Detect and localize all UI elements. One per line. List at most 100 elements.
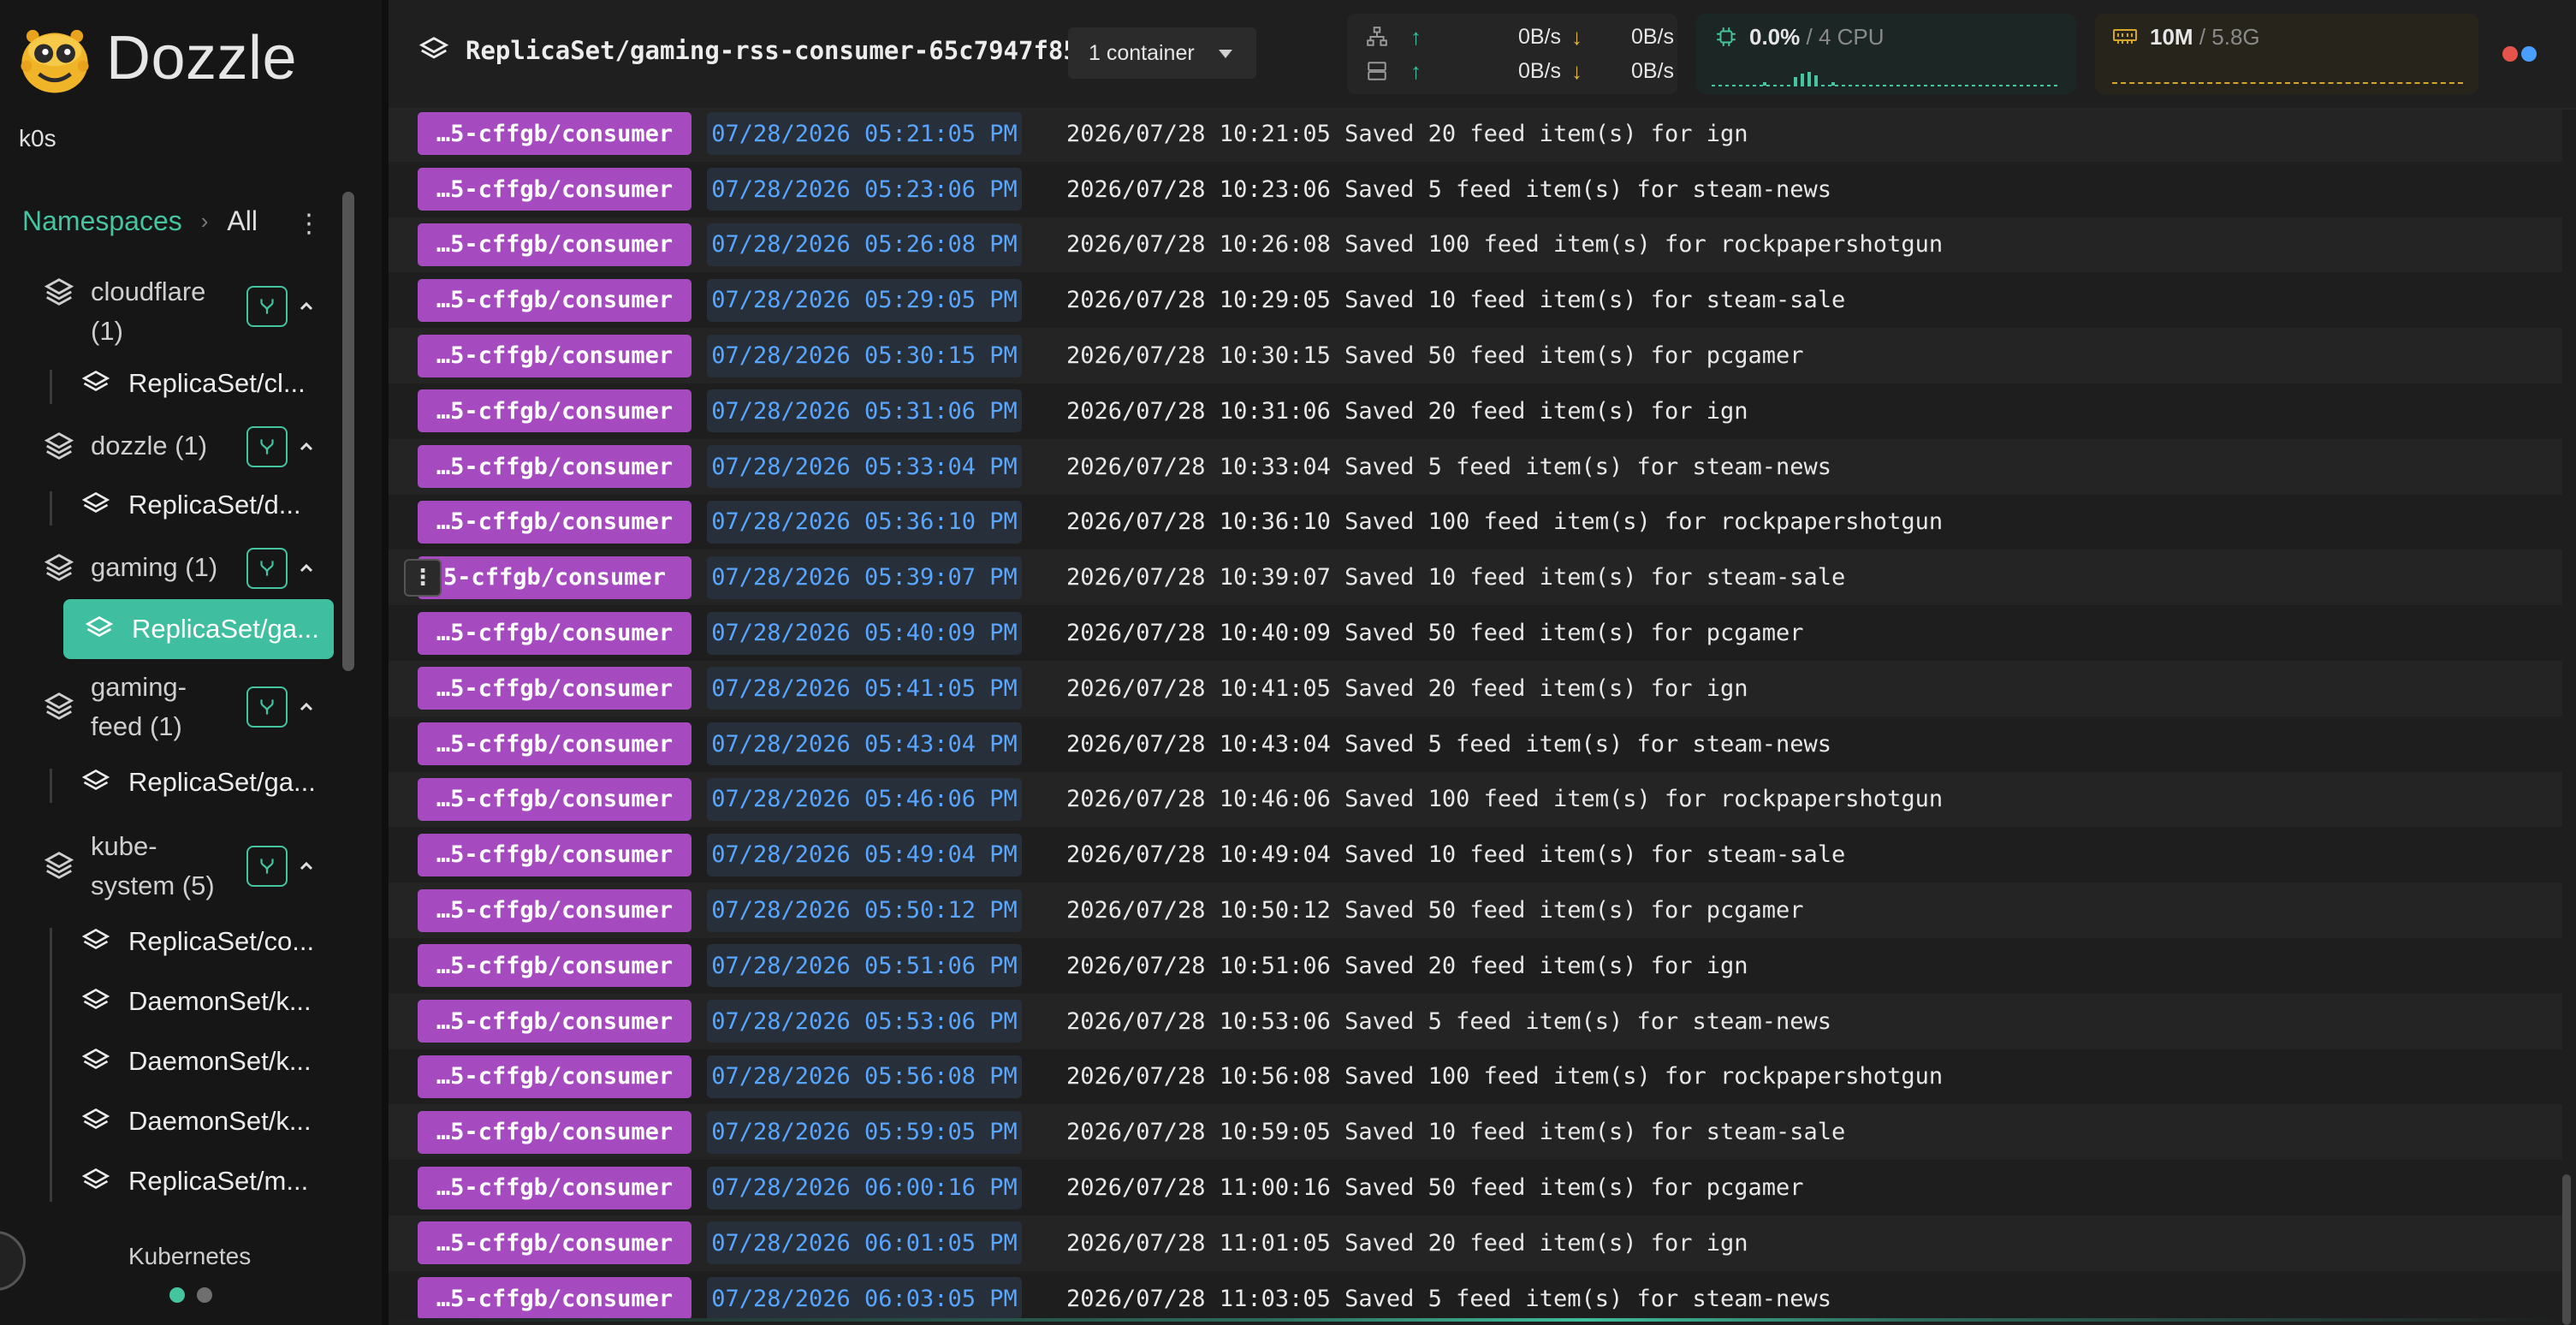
container-badge[interactable]: …5-cffgb/consumer (418, 833, 691, 876)
sidebar-divider[interactable] (382, 0, 389, 1325)
container-badge[interactable]: …5-cffgb/consumer (418, 445, 691, 489)
breadcrumb-namespaces[interactable]: Namespaces (22, 205, 182, 237)
chevron-up-icon[interactable] (296, 697, 317, 717)
layers-icon (81, 928, 110, 950)
container-item[interactable]: DaemonSet/k... (80, 986, 312, 1017)
container-badge[interactable]: …5-cffgb/consumer (418, 1000, 691, 1043)
container-item-active[interactable]: ReplicaSet/ga... (63, 599, 334, 659)
container-selector-label: 1 container (1089, 40, 1195, 65)
container-badge[interactable]: …5-cffgb/consumer (418, 278, 691, 322)
container-badge[interactable]: …5-cffgb/consumer (418, 1221, 691, 1265)
log-timestamp: 07/28/2026 05:33:04 PM (707, 445, 1022, 489)
log-row[interactable]: …5-cffgb/consumer 07/28/2026 05:30:15 PM 2… (389, 328, 2562, 383)
namespace-label: gaming (1) (91, 552, 218, 582)
log-timestamp: 07/28/2026 05:36:10 PM (707, 500, 1022, 544)
status-dot-blue (2521, 46, 2537, 62)
loading-indicator (389, 1318, 2562, 1322)
merge-logs-button[interactable] (246, 548, 288, 589)
chevron-up-icon[interactable] (296, 558, 317, 579)
log-row[interactable]: …5-cffgb/consumer 07/28/2026 05:56:08 PM 2… (389, 1049, 2562, 1105)
log-viewer[interactable]: …5-cffgb/consumer 07/28/2026 06:03:05 PM 2… (389, 110, 2576, 1325)
log-row[interactable]: …5-cffgb/consumer 07/28/2026 05:50:12 PM 2… (389, 882, 2562, 938)
namespace-label: dozzle (1) (91, 431, 208, 460)
container-item[interactable]: ReplicaSet/d... (80, 490, 301, 520)
merge-logs-button[interactable] (246, 686, 288, 728)
container-badge[interactable]: …5-cffgb/consumer (418, 667, 691, 710)
container-badge[interactable]: …5-cffgb/consumer (418, 777, 691, 821)
container-selector-button[interactable]: 1 container (1068, 27, 1256, 79)
host-switcher-dots[interactable] (169, 1287, 212, 1303)
log-row[interactable]: …5-cffgb/consumer 07/28/2026 05:31:06 PM 2… (389, 383, 2562, 439)
container-badge[interactable]: …5-cffgb/consumer (418, 611, 691, 655)
log-row[interactable]: …5-cffgb/consumer 07/28/2026 05:59:05 PM 2… (389, 1104, 2562, 1161)
log-row[interactable]: …5-cffgb/consumer 07/28/2026 05:40:09 PM 2… (389, 605, 2562, 661)
page-title-wrap: ReplicaSet/gaming-rss-consumer-65c7947f8… (418, 34, 1078, 67)
container-badge[interactable]: …5-cffgb/consumer (418, 1055, 691, 1098)
container-badge[interactable]: …5-cffgb/consumer (418, 888, 691, 932)
namespace-group-gaming-feed[interactable]: gaming- feed (1) (43, 668, 187, 746)
caret-down-icon (1219, 50, 1232, 58)
container-item[interactable]: ReplicaSet/cl... (80, 368, 306, 399)
container-badge[interactable]: …5-cffgb/consumer (418, 722, 691, 766)
log-timestamp: 07/28/2026 05:49:04 PM (707, 833, 1022, 876)
log-scrollbar[interactable] (2562, 1174, 2571, 1325)
container-badge[interactable]: …5-cffgb/consumer (418, 112, 691, 156)
log-row[interactable]: …5-cffgb/consumer 07/28/2026 05:43:04 PM 2… (389, 716, 2562, 772)
log-row[interactable]: …5-cffgb/consumer 07/28/2026 05:36:10 PM 2… (389, 495, 2562, 550)
namespace-group-kube-system[interactable]: kube- system (5) (43, 827, 215, 906)
container-badge[interactable]: …5-cffgb/consumer (418, 389, 691, 433)
log-message: 2026/07/28 10:31:06 Saved 20 feed item(s… (1066, 397, 1748, 425)
log-row[interactable]: …5-cffgb/consumer 07/28/2026 05:49:04 PM 2… (389, 827, 2562, 882)
memory-stats[interactable]: 10M / 5.8G (2095, 14, 2478, 94)
log-row[interactable]: …5-cffgb/consumer 07/28/2026 05:51:06 PM 2… (389, 938, 2562, 994)
namespace-menu-icon[interactable]: ⋮ (296, 209, 322, 239)
log-row[interactable]: …5-cffgb/consumer 07/28/2026 05:33:04 PM 2… (389, 438, 2562, 495)
row-menu-icon[interactable]: ⋮ (404, 558, 442, 597)
dot-inactive[interactable] (197, 1287, 212, 1303)
log-row[interactable]: …5-cffgb/consumer 07/28/2026 05:26:08 PM 2… (389, 217, 2562, 273)
container-badge[interactable]: …5-cffgb/consumer (418, 1277, 691, 1321)
log-row[interactable]: …5-cffgb/consumer 07/28/2026 05:46:06 PM 2… (389, 771, 2562, 828)
namespace-group-gaming[interactable]: gaming (1) (43, 548, 217, 587)
log-row[interactable]: …5-cffgb/consumer 07/28/2026 05:21:05 PM 2… (389, 110, 2562, 162)
network-tx-value: 0B/s (1630, 24, 1674, 49)
container-badge[interactable]: …5-cffgb/consumer (418, 1166, 691, 1209)
chevron-up-icon[interactable] (296, 856, 317, 876)
container-item[interactable]: ReplicaSet/co... (80, 926, 314, 957)
breadcrumb-all[interactable]: All (227, 205, 258, 237)
chevron-up-icon[interactable] (296, 437, 317, 457)
container-badge[interactable]: …5-cffgb/consumer (418, 168, 691, 211)
log-row[interactable]: …5-cffgb/consumer 07/28/2026 05:53:06 PM 2… (389, 993, 2562, 1049)
container-item[interactable]: ReplicaSet/ga... (80, 767, 316, 798)
log-row[interactable]: …5-cffgb/consumer 07/28/2026 06:01:05 PM 2… (389, 1215, 2562, 1271)
settings-button[interactable] (0, 1231, 26, 1291)
layers-icon (81, 1108, 110, 1130)
container-item[interactable]: DaemonSet/k... (80, 1046, 312, 1077)
log-timestamp: 07/28/2026 05:39:07 PM (707, 556, 1022, 599)
sidebar-scrollbar[interactable] (342, 192, 354, 671)
container-badge[interactable]: …5-cffgb/consumer (418, 1110, 691, 1154)
log-row[interactable]: …5-cffgb/consumer 07/28/2026 05:23:06 PM 2… (389, 162, 2562, 217)
chevron-up-icon[interactable] (296, 296, 317, 317)
container-badge[interactable]: …5-cffgb/consumer (418, 334, 691, 377)
container-badge[interactable]: …5-cffgb/consumer (418, 500, 691, 544)
log-row[interactable]: …5-cffgb/consumer 07/28/2026 05:41:05 PM 2… (389, 661, 2562, 716)
namespace-group-dozzle[interactable]: dozzle (1) (43, 426, 207, 466)
logo[interactable]: Dozzle (15, 19, 297, 98)
container-badge[interactable]: 5-cffgb/consumer (418, 556, 691, 599)
namespace-group-cloudflare[interactable]: cloudflare (1) (43, 272, 205, 351)
log-message: 2026/07/28 10:49:04 Saved 10 feed item(s… (1066, 841, 1846, 869)
dot-active[interactable] (169, 1287, 185, 1303)
container-item[interactable]: ReplicaSet/m... (80, 1166, 308, 1197)
log-row[interactable]: …5-cffgb/consumer 07/28/2026 05:29:05 PM 2… (389, 272, 2562, 328)
log-row[interactable]: 5-cffgb/consumer 07/28/2026 05:39:07 PM 20… (389, 550, 2562, 606)
log-row[interactable]: …5-cffgb/consumer 07/28/2026 06:00:16 PM 2… (389, 1160, 2562, 1215)
merge-logs-button[interactable] (246, 846, 288, 887)
container-badge[interactable]: …5-cffgb/consumer (418, 223, 691, 266)
cpu-stats[interactable]: 0.0% / 4 CPU (1696, 14, 2076, 94)
container-item[interactable]: DaemonSet/k... (80, 1106, 312, 1137)
log-row[interactable]: …5-cffgb/consumer 07/28/2026 06:03:05 PM 2… (389, 1271, 2562, 1325)
container-badge[interactable]: …5-cffgb/consumer (418, 944, 691, 988)
merge-logs-button[interactable] (246, 286, 288, 327)
merge-logs-button[interactable] (246, 426, 288, 467)
